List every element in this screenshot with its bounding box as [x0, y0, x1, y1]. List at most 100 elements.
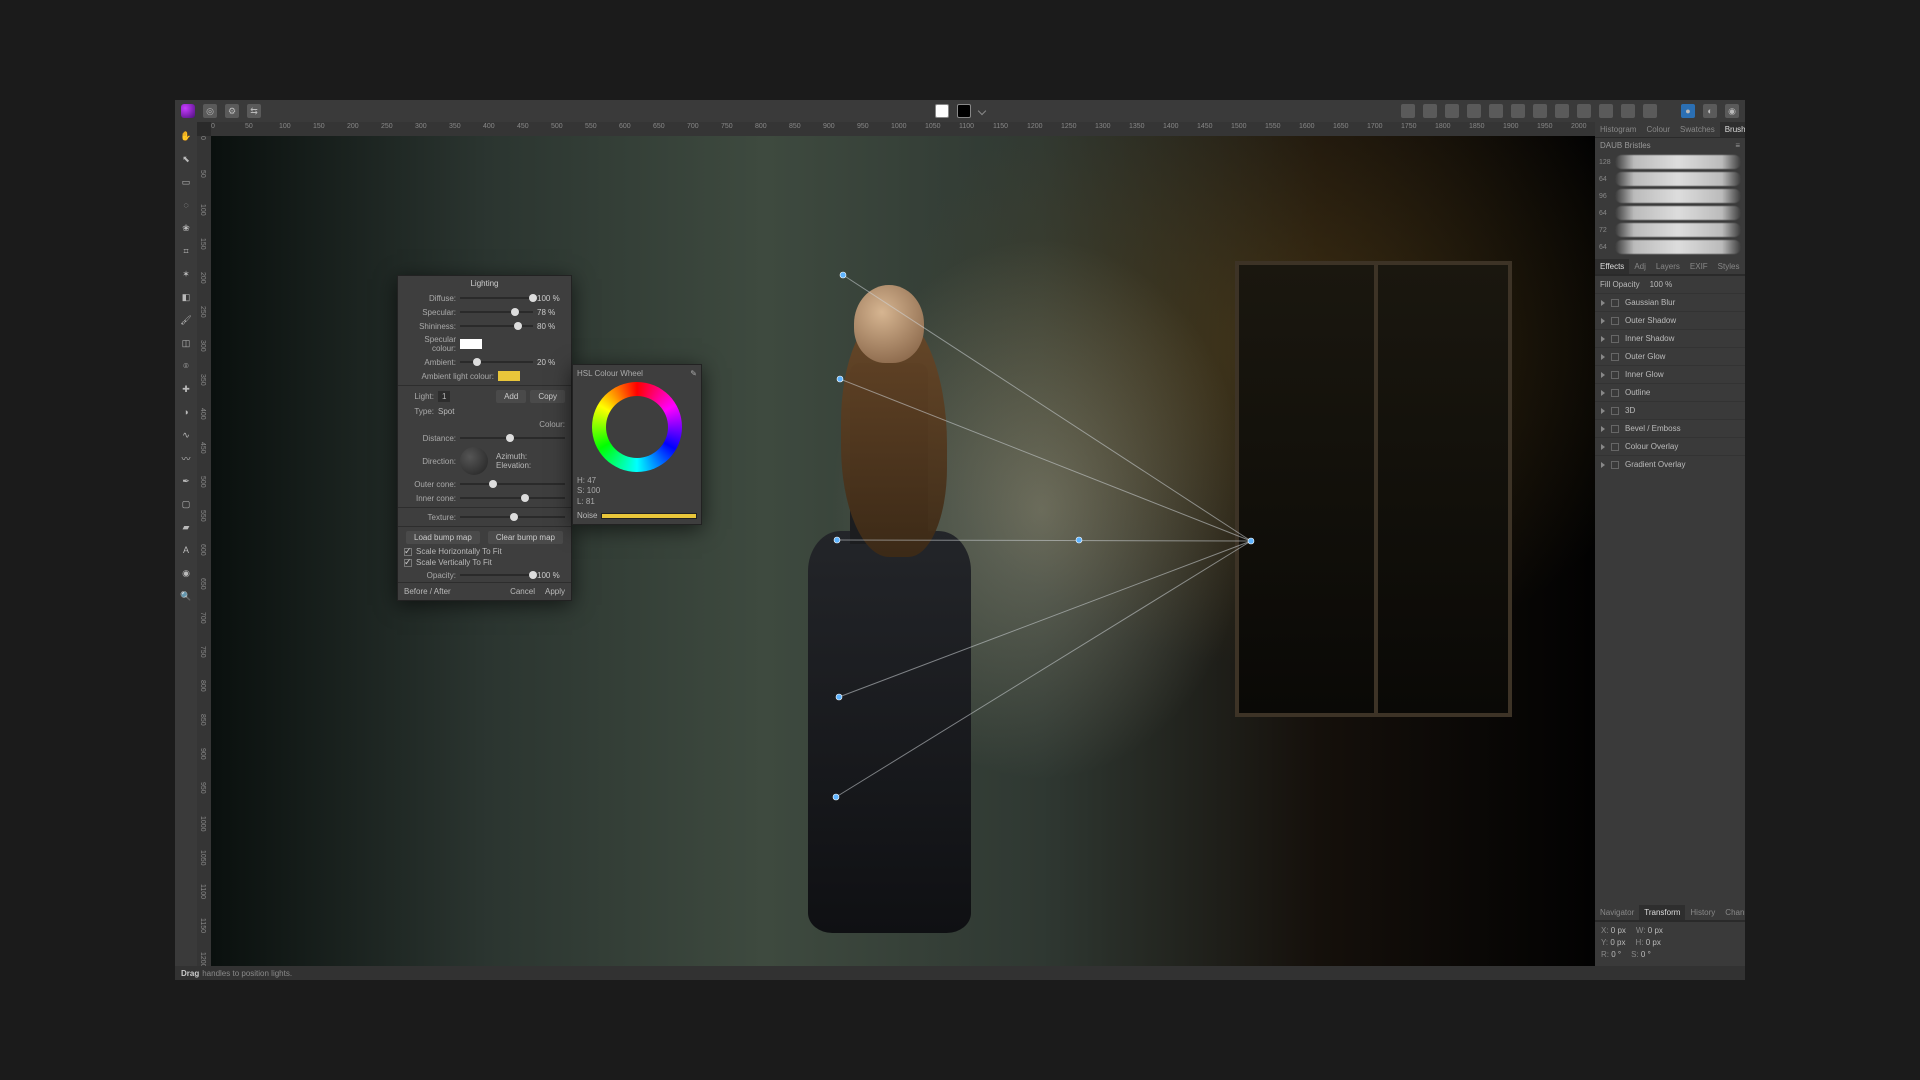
align-h-icon[interactable]	[1401, 104, 1415, 118]
effect-outer-shadow[interactable]: Outer Shadow	[1595, 311, 1745, 329]
hsl-s-value[interactable]: 100	[587, 486, 600, 495]
tab-swatches[interactable]: Swatches	[1675, 122, 1720, 137]
transform-r[interactable]: 0 °	[1611, 950, 1621, 959]
before-after-toggle[interactable]: Before / After	[404, 587, 451, 596]
move-tool[interactable]: ⬉	[178, 151, 194, 167]
hsl-l-value[interactable]: 81	[586, 497, 595, 506]
boolean-7-icon[interactable]	[1599, 104, 1613, 118]
zoom-tool[interactable]: 🔍	[178, 588, 194, 604]
center-icon[interactable]	[1423, 104, 1437, 118]
brush-category[interactable]: DAUB Bristles	[1600, 141, 1651, 150]
picker-chevron-icon[interactable]	[978, 107, 986, 115]
boolean-2-icon[interactable]	[1489, 104, 1503, 118]
effect-checkbox[interactable]	[1611, 371, 1619, 379]
boolean-8-icon[interactable]	[1621, 104, 1635, 118]
load-bump-button[interactable]: Load bump map	[406, 531, 480, 544]
hsl-wheel[interactable]	[592, 382, 682, 472]
clone-tool[interactable]: ⌾	[178, 358, 194, 374]
brush-preset[interactable]: 72	[1599, 223, 1741, 237]
noise-slider[interactable]	[601, 513, 697, 519]
specular-slider[interactable]	[460, 307, 533, 317]
cancel-button[interactable]: Cancel	[510, 587, 535, 596]
tab-brushes[interactable]: Brushes	[1720, 122, 1745, 137]
transform-x[interactable]: 0 px	[1611, 926, 1626, 935]
eyedropper-icon[interactable]: ✎	[690, 369, 697, 378]
light-type-select[interactable]: Spot	[438, 407, 565, 416]
effect-bevel-emboss[interactable]: Bevel / Emboss	[1595, 419, 1745, 437]
opacity-slider[interactable]	[460, 570, 533, 580]
tab-navigator[interactable]: Navigator	[1595, 905, 1639, 920]
shininess-slider[interactable]	[460, 321, 533, 331]
fill-opacity-value[interactable]: 100 %	[1650, 280, 1673, 289]
ambient-value[interactable]: 20 %	[537, 358, 565, 367]
light-handle[interactable]	[837, 376, 843, 382]
light-handle[interactable]	[834, 537, 840, 543]
document-menu-icon[interactable]: ◎	[203, 104, 217, 118]
effect-colour-overlay[interactable]: Colour Overlay	[1595, 437, 1745, 455]
effect-outline[interactable]: Outline	[1595, 383, 1745, 401]
smudge-tool[interactable]: 〰	[178, 450, 194, 466]
brush-select-tool[interactable]: ✶	[178, 266, 194, 282]
transform-y[interactable]: 0 px	[1610, 938, 1625, 947]
opacity-value[interactable]: 100 %	[537, 571, 565, 580]
ambient-colour-swatch[interactable]	[498, 371, 520, 381]
crop-tool[interactable]: ⌗	[178, 243, 194, 259]
hand-tool[interactable]: ✋	[178, 128, 194, 144]
ambient-slider[interactable]	[460, 357, 533, 367]
effect-checkbox[interactable]	[1611, 335, 1619, 343]
selection-tool[interactable]: ▭	[178, 174, 194, 190]
effect-checkbox[interactable]	[1611, 353, 1619, 361]
hsl-h-value[interactable]: 47	[587, 476, 596, 485]
brush-preset[interactable]: 64	[1599, 206, 1741, 220]
tab-layers[interactable]: Layers	[1651, 259, 1685, 274]
dodge-tool[interactable]: ◑	[178, 404, 194, 420]
tab-history[interactable]: History	[1685, 905, 1720, 920]
boolean-4-icon[interactable]	[1533, 104, 1547, 118]
background-picker-icon[interactable]	[957, 104, 971, 118]
blur-tool[interactable]: ∿	[178, 427, 194, 443]
effect-inner-shadow[interactable]: Inner Shadow	[1595, 329, 1745, 347]
light-handle[interactable]	[833, 794, 839, 800]
effect-checkbox[interactable]	[1611, 317, 1619, 325]
tab-colour[interactable]: Colour	[1641, 122, 1675, 137]
effect-outer-glow[interactable]: Outer Glow	[1595, 347, 1745, 365]
hsl-colour-popup[interactable]: HSL Colour Wheel ✎ H: 47 S: 100 L: 81 No…	[572, 364, 702, 525]
direction-dial[interactable]	[460, 447, 488, 475]
paint-tool[interactable]: 🖌	[178, 312, 194, 328]
brush-preset[interactable]: 96	[1599, 189, 1741, 203]
tab-exif[interactable]: EXIF	[1685, 259, 1713, 274]
app-icon[interactable]	[181, 104, 195, 118]
snapshot-icon[interactable]: ◐	[1703, 104, 1717, 118]
specular-colour-swatch[interactable]	[460, 339, 482, 349]
heal-tool[interactable]: ✚	[178, 381, 194, 397]
grid-icon[interactable]	[1643, 104, 1657, 118]
effect-gaussian-blur[interactable]: Gaussian Blur	[1595, 293, 1745, 311]
light-handle[interactable]	[1248, 538, 1254, 544]
light-handle[interactable]	[840, 272, 846, 278]
outer-cone-slider[interactable]	[460, 479, 565, 489]
brush-preset[interactable]: 128	[1599, 155, 1741, 169]
effect-checkbox[interactable]	[1611, 461, 1619, 469]
boolean-1-icon[interactable]	[1467, 104, 1481, 118]
scale-v-check[interactable]: Scale Vertically To Fit	[398, 557, 571, 568]
inner-cone-slider[interactable]	[460, 493, 565, 503]
shininess-value[interactable]: 80 %	[537, 322, 565, 331]
diffuse-slider[interactable]	[460, 293, 533, 303]
boolean-5-icon[interactable]	[1555, 104, 1569, 118]
light-index-value[interactable]: 1	[438, 391, 450, 402]
add-light-button[interactable]: Add	[496, 390, 526, 403]
effect-checkbox[interactable]	[1611, 443, 1619, 451]
effect--d[interactable]: 3D	[1595, 401, 1745, 419]
light-handle[interactable]	[836, 694, 842, 700]
tab-transform[interactable]: Transform	[1639, 905, 1685, 920]
lasso-tool[interactable]: ◌	[178, 197, 194, 213]
settings-icon[interactable]: ⚙	[225, 104, 239, 118]
tab-channels[interactable]: Channels	[1720, 905, 1745, 920]
effect-checkbox[interactable]	[1611, 425, 1619, 433]
brush-preset[interactable]: 64	[1599, 172, 1741, 186]
distance-slider[interactable]	[460, 433, 565, 443]
assistant-icon[interactable]: ●	[1681, 104, 1695, 118]
shape-tool[interactable]: ▢	[178, 496, 194, 512]
tab-adj[interactable]: Adj	[1629, 259, 1651, 274]
transform-w[interactable]: 0 px	[1648, 926, 1663, 935]
